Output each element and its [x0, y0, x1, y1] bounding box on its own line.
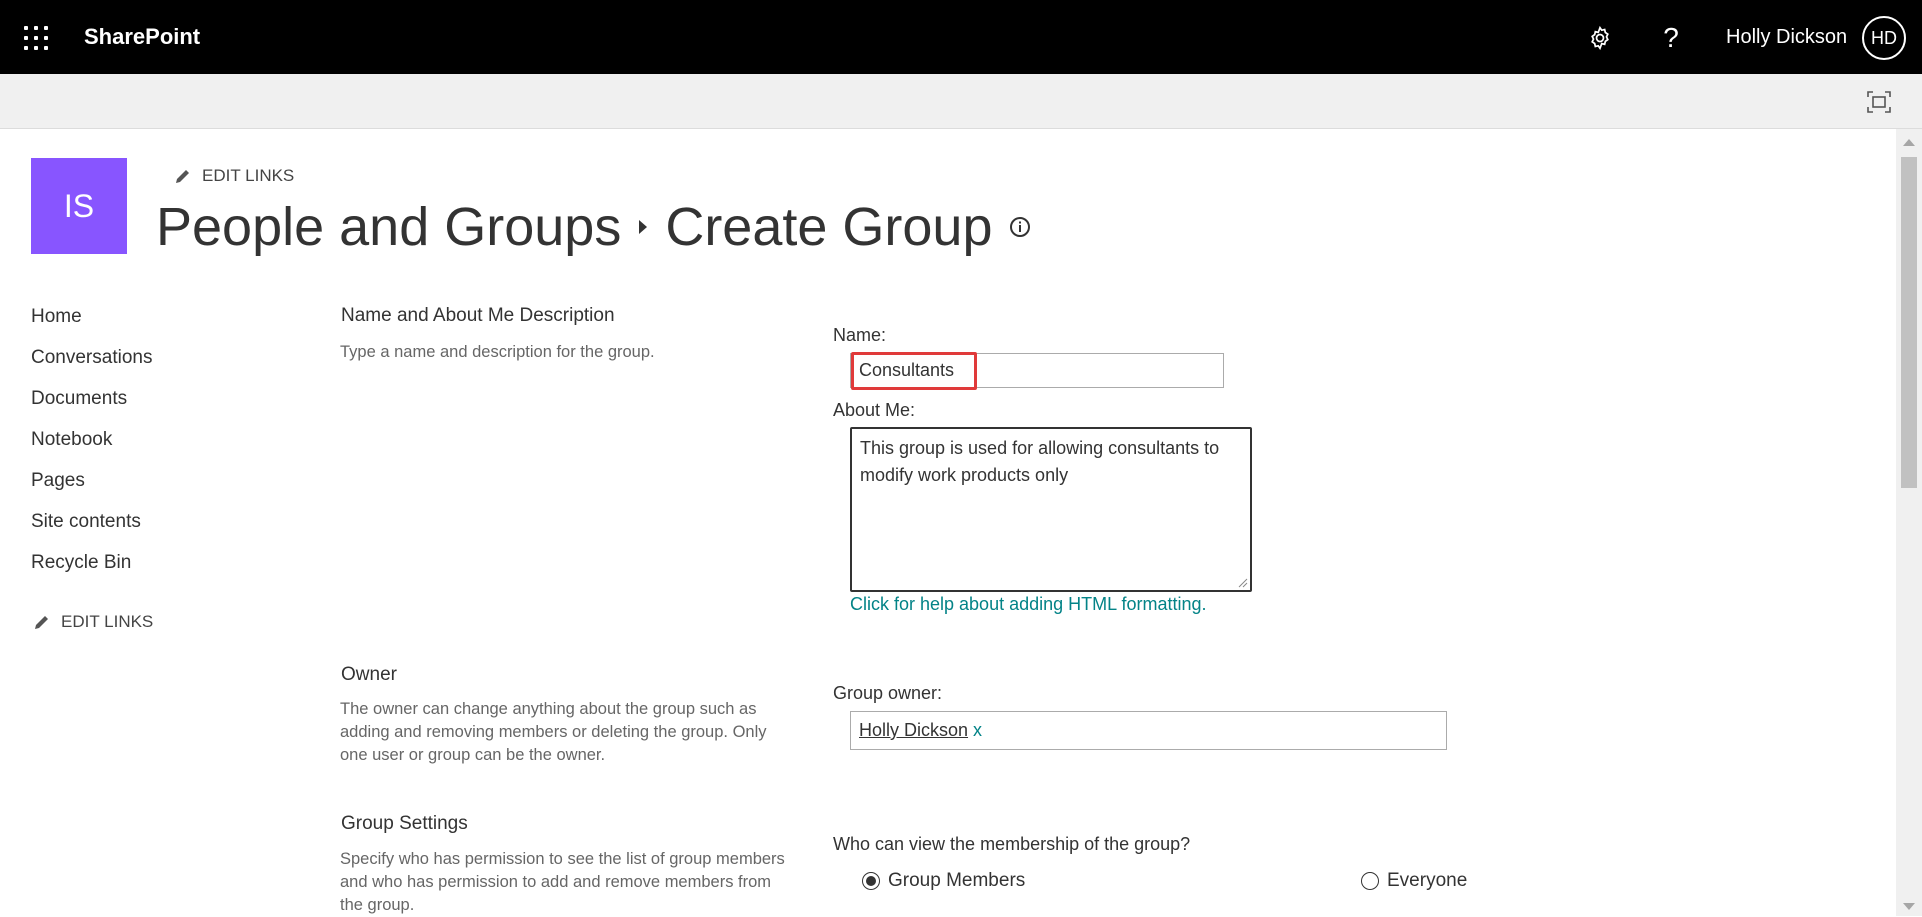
group-owner-picker[interactable]: Holly Dickson x — [850, 711, 1447, 750]
app-launcher-icon[interactable] — [24, 26, 48, 50]
radio-everyone[interactable]: Everyone — [1361, 870, 1467, 892]
about-me-label: About Me: — [833, 400, 916, 420]
nav-item-site-contents[interactable]: Site contents — [31, 501, 152, 542]
page-title: People and Groups Create Group — [156, 196, 1031, 258]
owner-section-title: Owner — [341, 664, 397, 685]
nav-item-documents[interactable]: Documents — [31, 378, 152, 419]
app-name[interactable]: SharePoint — [84, 24, 200, 50]
vertical-scrollbar[interactable] — [1896, 129, 1922, 916]
html-formatting-help-link[interactable]: Click for help about adding HTML formatt… — [850, 594, 1207, 615]
remove-owner-button[interactable]: x — [973, 720, 982, 741]
owner-section-description: The owner can change anything about the … — [340, 700, 767, 764]
command-bar — [0, 74, 1922, 129]
owner-token[interactable]: Holly Dickson — [859, 720, 968, 741]
edit-links-top[interactable]: EDIT LINKS — [174, 166, 294, 186]
breadcrumb-separator-icon — [639, 220, 648, 234]
radio-button-selected[interactable] — [862, 872, 880, 890]
scroll-up-icon[interactable] — [1903, 139, 1915, 146]
resize-grip-icon[interactable] — [1236, 576, 1248, 588]
nav-item-home[interactable]: Home — [31, 296, 152, 337]
group-settings-section-title: Group Settings — [341, 813, 468, 834]
edit-links-label: EDIT LINKS — [202, 166, 295, 185]
user-name[interactable]: Holly Dickson — [1726, 26, 1847, 49]
radio-label: Group Members — [888, 870, 1026, 891]
about-me-value: This group is used for allowing consulta… — [860, 438, 1225, 485]
name-section-title: Name and About Me Description — [341, 305, 615, 326]
about-me-textarea[interactable]: This group is used for allowing consulta… — [850, 427, 1252, 592]
pencil-icon — [35, 616, 48, 629]
name-label: Name: — [833, 325, 887, 345]
name-input-value: Consultants — [859, 360, 955, 380]
breadcrumb-parent[interactable]: People and Groups — [156, 196, 621, 258]
radio-label: Everyone — [1387, 870, 1468, 891]
nav-item-conversations[interactable]: Conversations — [31, 337, 152, 378]
avatar[interactable]: HD — [1862, 16, 1906, 60]
edit-links-label: EDIT LINKS — [61, 612, 154, 631]
gear-icon[interactable] — [1580, 18, 1620, 58]
left-navigation: Home Conversations Documents Notebook Pa… — [31, 296, 152, 583]
help-icon[interactable]: ? — [1651, 18, 1691, 58]
info-icon[interactable] — [1009, 216, 1031, 238]
nav-item-recycle-bin[interactable]: Recycle Bin — [31, 542, 152, 583]
name-section-description: Type a name and description for the grou… — [340, 343, 655, 361]
view-membership-label: Who can view the membership of the group… — [833, 834, 1191, 854]
group-settings-section-description: Specify who has permission to see the li… — [340, 850, 785, 914]
name-input[interactable]: Consultants — [850, 353, 1224, 388]
group-owner-label: Group owner: — [833, 683, 943, 703]
nav-item-notebook[interactable]: Notebook — [31, 419, 152, 460]
nav-item-pages[interactable]: Pages — [31, 460, 152, 501]
radio-button[interactable] — [1361, 872, 1379, 890]
edit-links-nav[interactable]: EDIT LINKS — [33, 612, 153, 632]
scroll-thumb[interactable] — [1901, 157, 1917, 488]
pencil-icon — [176, 170, 189, 183]
breadcrumb-current: Create Group — [665, 197, 993, 257]
site-logo[interactable]: IS — [31, 158, 127, 254]
scroll-down-icon[interactable] — [1903, 903, 1915, 910]
radio-group-members[interactable]: Group Members — [862, 870, 1025, 892]
suite-bar: SharePoint ? Holly Dickson HD — [0, 0, 1922, 74]
focus-mode-icon[interactable] — [1866, 90, 1892, 114]
